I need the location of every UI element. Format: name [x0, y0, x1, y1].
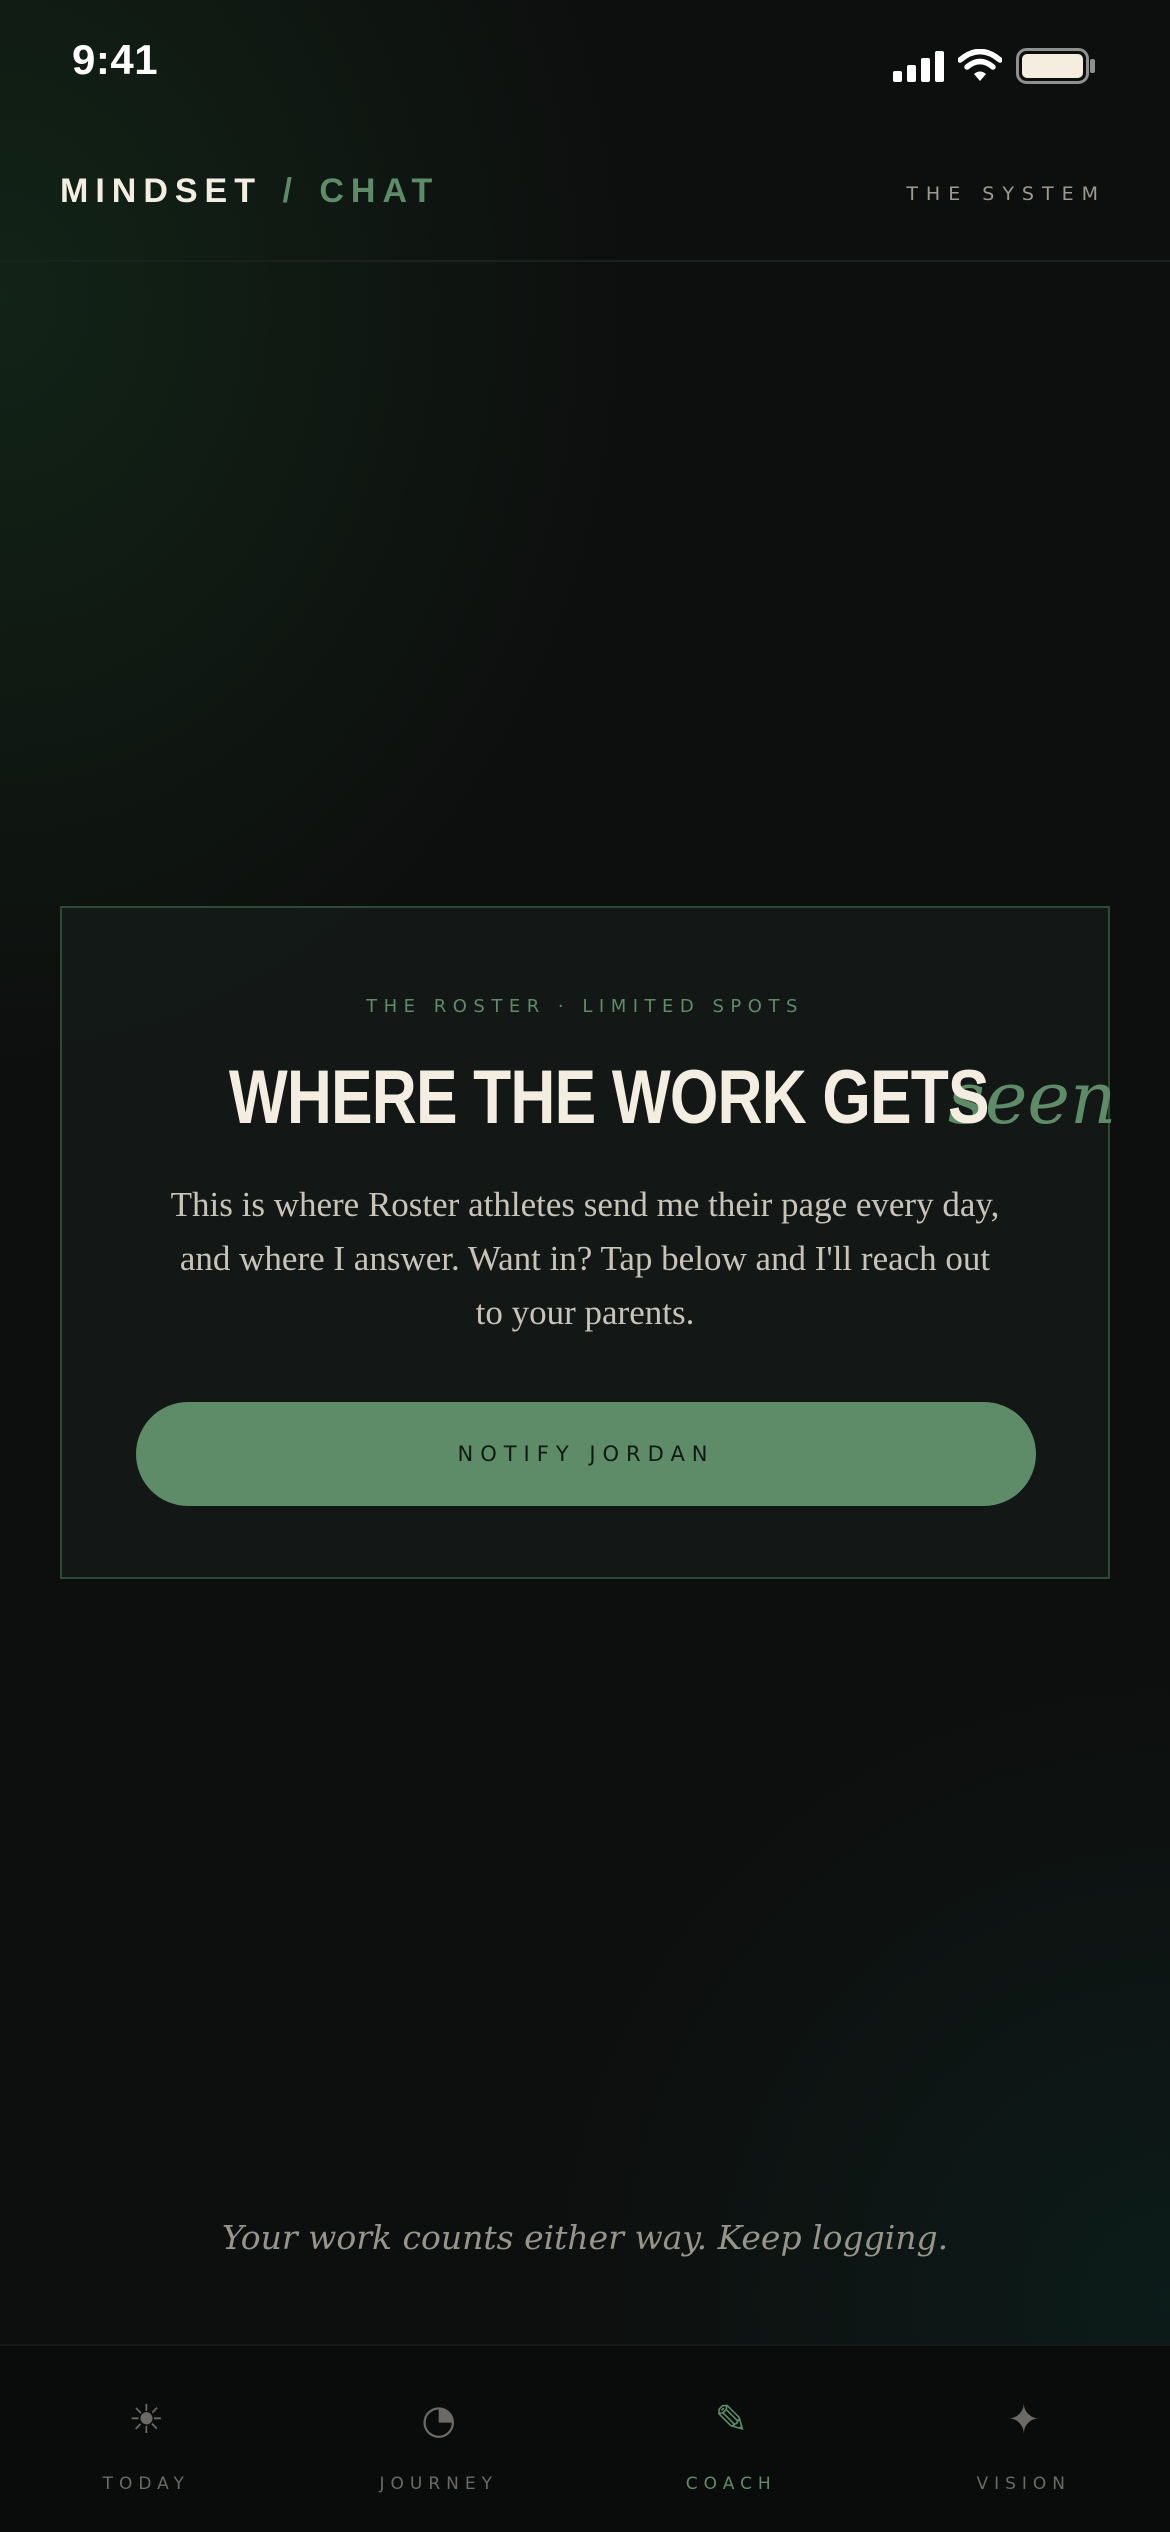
roster-card: THE ROSTER · LIMITED SPOTS WHERE THE WOR…: [60, 906, 1117, 1579]
footer-note: Your work counts either way. Keep loggin…: [221, 2218, 949, 2257]
card-body-line: to your parents.: [475, 1293, 695, 1332]
signal-icon: [893, 50, 944, 82]
status-icons: [893, 48, 1096, 84]
nav-item-vision[interactable]: ✦ VISION: [878, 2346, 1170, 2532]
sun-icon: ☀: [128, 2397, 165, 2443]
brand-sub: CHAT: [319, 172, 440, 210]
status-bar: 9:41: [0, 0, 1170, 130]
card-body: This is where Roster athletes send me th…: [132, 1178, 1038, 1340]
nav-item-journey[interactable]: ◔ JOURNEY: [293, 2346, 586, 2532]
brand-slash: /: [282, 172, 299, 210]
bottom-nav: ☀ TODAY ◔ JOURNEY ✎ COACH ✦ VISION: [0, 2344, 1170, 2532]
wifi-icon: [958, 49, 1002, 83]
brand-main: MINDSET: [60, 172, 262, 210]
nav-label-journey: JOURNEY: [379, 2474, 498, 2494]
card-eyebrow: THE ROSTER · LIMITED SPOTS: [366, 996, 804, 1017]
sparkle-icon: ✦: [1006, 2397, 1041, 2443]
nav-item-coach[interactable]: ✎ COACH: [585, 2346, 878, 2532]
status-time: 9:41: [72, 36, 159, 83]
pencil-icon: ✎: [714, 2397, 748, 2443]
nav-item-today[interactable]: ☀ TODAY: [0, 2346, 293, 2532]
nav-label-today: TODAY: [102, 2474, 190, 2494]
nav-label-vision: VISION: [976, 2474, 1072, 2494]
pie-chart-icon: ◔: [421, 2397, 457, 2443]
card-body-line: and where I answer. Want in? Tap below a…: [179, 1239, 991, 1278]
app-header: MINDSET / CHAT THE SYSTEM: [0, 130, 1170, 262]
card-body-line: This is where Roster athletes send me th…: [170, 1185, 1000, 1224]
nav-label-coach: COACH: [685, 2474, 777, 2494]
battery-icon: [1016, 48, 1096, 84]
card-title-main: WHERE THE WORK GETS: [228, 1055, 990, 1140]
brand-title: MINDSET / CHAT: [60, 172, 439, 211]
notify-jordan-button[interactable]: NOTIFY JORDAN: [136, 1402, 1036, 1506]
the-system-link[interactable]: THE SYSTEM: [906, 183, 1106, 205]
card-title: WHERE THE WORK GETS seen: [62, 1054, 1117, 1141]
